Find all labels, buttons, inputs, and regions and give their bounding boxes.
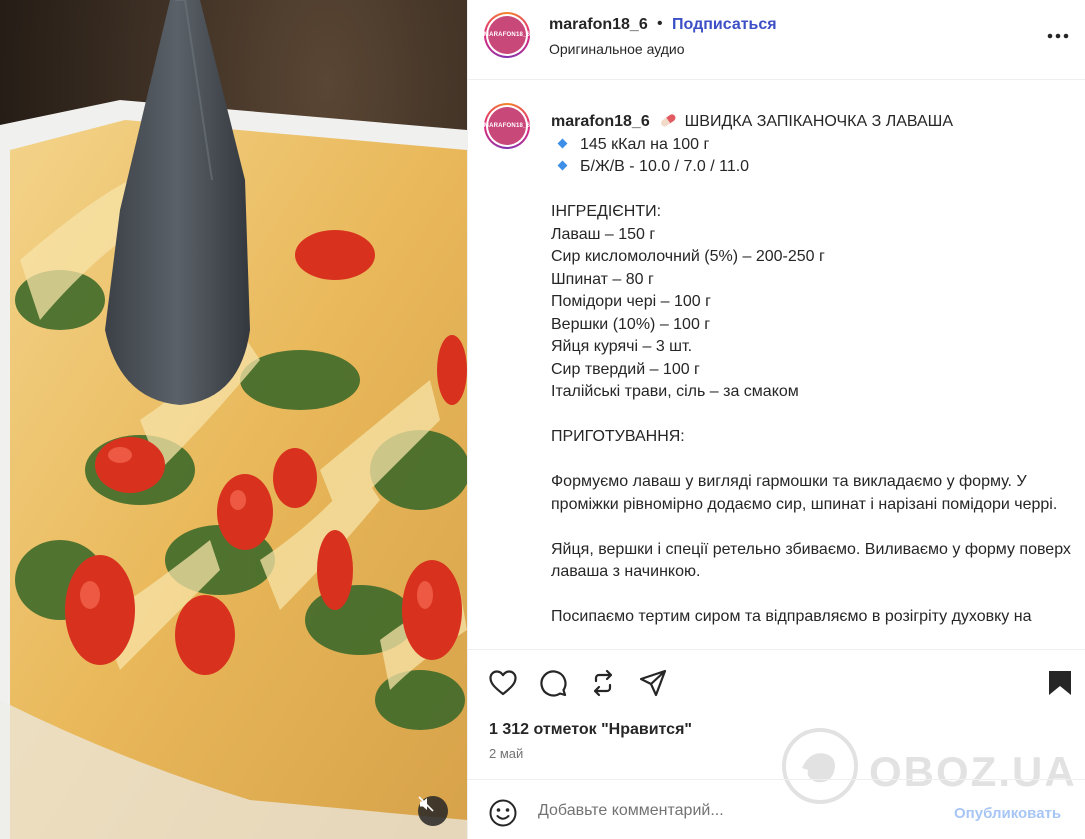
follow-button[interactable]: Подписаться <box>672 16 777 34</box>
method-heading: ПРИГОТУВАННЯ: <box>551 428 685 445</box>
more-horizontal-icon <box>1047 33 1069 39</box>
avatar-image: MARAFON18_6 <box>484 107 530 145</box>
pill-emoji-icon <box>661 114 676 127</box>
more-options-button[interactable] <box>1046 24 1070 48</box>
separator-dot: • <box>657 15 663 32</box>
ingredients-heading: ІНГРЕДІЄНТИ: <box>551 203 662 220</box>
caption-title-line: marafon18_6 ШВИДКА ЗАПІКАНОЧКА З ЛАВАША <box>551 111 1081 134</box>
ingredient-item: Шпинат – 80 г <box>551 270 654 288</box>
bullet-text: 145 кКал на 100 г <box>580 135 710 153</box>
method-step: Формуємо лаваш у вигляді гармошки та вик… <box>551 473 1058 513</box>
ingredient-item: Помідори чері – 100 г <box>551 293 711 310</box>
caption-username[interactable]: marafon18_6 <box>551 113 650 130</box>
repost-icon[interactable] <box>588 668 618 698</box>
post-media[interactable] <box>0 0 467 839</box>
caption-section: MARAFON18_6 marafon18_6 ШВИДКА ЗАПІКАНОЧ… <box>468 81 1085 649</box>
bookmark-icon[interactable] <box>1045 668 1075 698</box>
post-sidebar: MARAFON18_6 marafon18_6 • Подписаться Ор… <box>467 0 1085 839</box>
heart-icon[interactable] <box>488 668 518 698</box>
comment-bar: Опубликовать <box>468 779 1085 839</box>
ingredient-item: Лаваш – 150 г <box>551 225 656 243</box>
caption-bullet: Б/Ж/В - 10.0 / 7.0 / 11.0 <box>551 156 1081 179</box>
ingredient-item: Вершки (10%) – 100 г <box>551 315 711 333</box>
mute-button[interactable] <box>418 796 448 826</box>
speaker-muted-icon <box>418 796 434 812</box>
method-step: Посипаємо тертим сиром та відправляємо в… <box>551 608 1032 625</box>
emoji-smile-icon[interactable] <box>488 798 518 828</box>
caption-title: ШВИДКА ЗАПІКАНОЧКА З ЛАВАША <box>684 113 954 130</box>
avatar-image: MARAFON18_6 <box>484 16 530 54</box>
method-step: Яйця, вершки і спеції ретельно збиваємо.… <box>551 540 1071 581</box>
post-comment-button[interactable]: Опубликовать <box>954 805 1061 822</box>
ingredient-item: Яйця курячі – 3 шт. <box>551 338 693 355</box>
original-audio-link[interactable]: Оригинальное аудио <box>549 41 685 57</box>
food-photo <box>0 0 467 839</box>
author-avatar[interactable]: MARAFON18_6 <box>484 12 530 58</box>
ingredient-item: Сир твердий – 100 г <box>551 360 700 378</box>
post-header: MARAFON18_6 marafon18_6 • Подписаться Ор… <box>468 0 1085 80</box>
comment-input[interactable] <box>538 802 938 820</box>
caption-author-avatar[interactable]: MARAFON18_6 <box>484 103 530 149</box>
post-date[interactable]: 2 май <box>489 746 523 761</box>
likes-count[interactable]: 1 312 отметок "Нравится" <box>489 721 692 739</box>
author-username[interactable]: marafon18_6 <box>549 16 648 34</box>
blue-diamond-icon <box>557 138 568 149</box>
caption-text: marafon18_6 ШВИДКА ЗАПІКАНОЧКА З ЛАВАША … <box>551 111 1081 629</box>
ingredient-item: Італійські трави, сіль – за смаком <box>551 383 799 400</box>
caption-bullet: 145 кКал на 100 г <box>551 134 1081 157</box>
bullet-text: Б/Ж/В - 10.0 / 7.0 / 11.0 <box>580 158 750 175</box>
blue-diamond-icon <box>557 160 568 171</box>
comment-icon[interactable] <box>538 668 568 698</box>
share-icon[interactable] <box>638 668 668 698</box>
ingredient-item: Сир кисломолочний (5%) – 200-250 г <box>551 248 825 265</box>
